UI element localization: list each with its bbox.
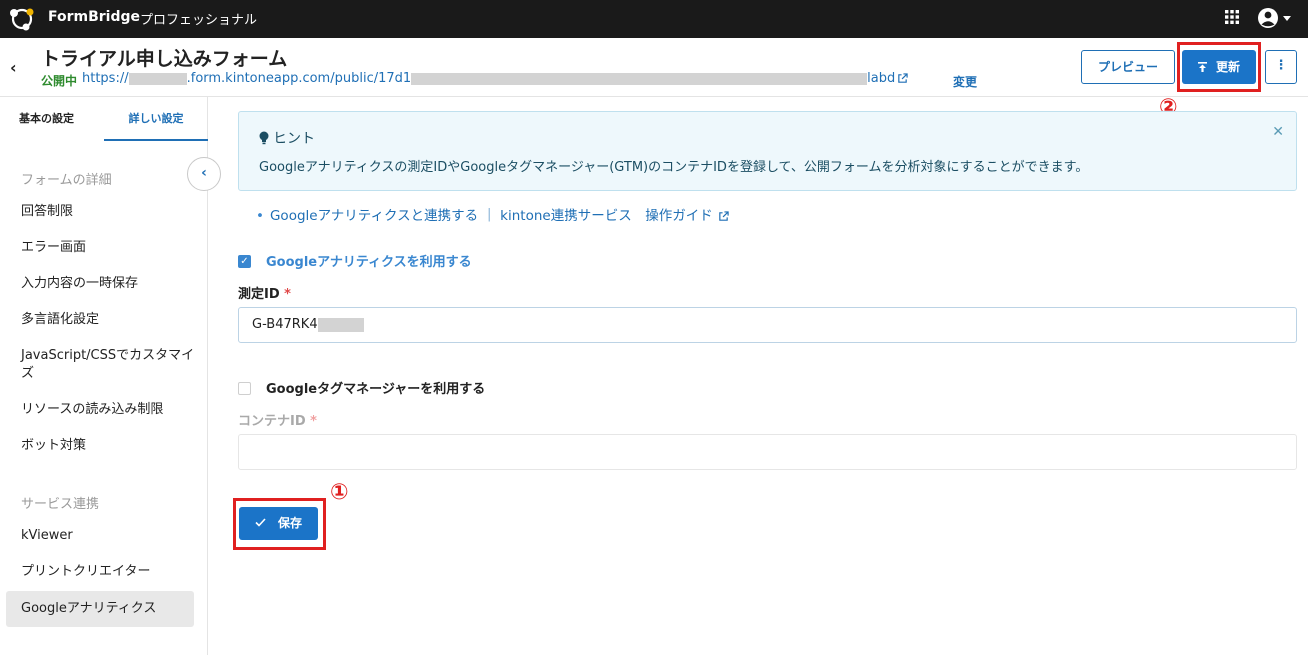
- preview-button[interactable]: プレビュー: [1081, 50, 1175, 84]
- close-icon[interactable]: ✕: [1272, 124, 1284, 140]
- ga-checkbox[interactable]: ✓: [238, 255, 251, 268]
- bullet-icon: •: [256, 208, 264, 224]
- url-suffix: labd: [867, 71, 896, 86]
- container-id-label: コンテナID *: [238, 410, 317, 429]
- measure-id-label: 測定ID *: [238, 283, 291, 302]
- hint-title-text: ヒント: [273, 131, 315, 147]
- lightbulb-icon: [259, 131, 269, 145]
- container-id-input[interactable]: [238, 434, 1297, 470]
- sidebar-item-response-limit[interactable]: 回答制限: [21, 203, 196, 221]
- hint-text: Googleアナリティクスの測定IDやGoogleタグマネージャー(GTM)のコ…: [259, 160, 1089, 175]
- hint-title: ヒント: [259, 128, 315, 148]
- required-mark: *: [310, 414, 317, 429]
- public-url-link[interactable]: https:// .form.kintoneapp.com/public/17d1…: [82, 71, 908, 86]
- sidebar-item-resource-limit[interactable]: リソースの読み込み制限: [21, 401, 196, 419]
- update-highlight-box: [1177, 42, 1261, 92]
- sidebar-item-js-css[interactable]: JavaScript/CSSでカスタマイズ: [21, 347, 196, 383]
- external-link-icon: [898, 73, 908, 83]
- apps-grid-icon[interactable]: [1224, 9, 1240, 25]
- url-prefix: https://: [82, 71, 129, 86]
- measure-id-label-text: 測定ID: [238, 287, 280, 302]
- tab-basic-settings[interactable]: 基本の設定: [19, 97, 74, 141]
- formbridge-logo-icon[interactable]: [8, 5, 36, 33]
- change-url-link[interactable]: 変更: [953, 73, 977, 90]
- sidebar-item-error-page[interactable]: エラー画面: [21, 239, 196, 257]
- account-icon[interactable]: [1256, 6, 1294, 30]
- section-service-integration: サービス連携: [21, 497, 100, 512]
- section-form-details: フォームの詳細: [21, 173, 112, 188]
- collapse-sidebar-button[interactable]: ‹: [187, 157, 221, 191]
- sidebar-item-google-analytics[interactable]: Googleアナリティクス: [6, 591, 194, 627]
- guide-link[interactable]: • Googleアナリティクスと連携する ｜ kintone連携サービス 操作ガイ…: [256, 204, 729, 224]
- status-badge: 公開中: [41, 74, 78, 88]
- redacted-mask: [411, 72, 868, 85]
- chevron-left-icon: ‹: [201, 165, 207, 181]
- ga-checkbox-label[interactable]: Googleアナリティクスを利用する: [266, 251, 472, 270]
- sidebar-item-multilingual[interactable]: 多言語化設定: [21, 311, 196, 329]
- external-link-icon: [718, 210, 729, 221]
- sidebar-item-print-creator[interactable]: プリントクリエイター: [21, 563, 196, 581]
- annotation-marker-1: ①: [330, 480, 349, 505]
- guide-link-text: Googleアナリティクスと連携する ｜ kintone連携サービス 操作ガイド: [269, 208, 713, 224]
- plan-name: プロフェッショナル: [140, 13, 258, 28]
- sidebar: 基本の設定 詳しい設定 フォームの詳細 回答制限 エラー画面 入力内容の一時保存…: [0, 97, 208, 655]
- redacted-mask: [128, 72, 187, 85]
- measure-id-input[interactable]: G-B47RK4: [238, 307, 1297, 343]
- measure-id-value: G-B47RK4: [252, 317, 318, 332]
- top-bar: FormBridge プロフェッショナル: [0, 0, 1308, 38]
- gtm-checkbox[interactable]: [238, 382, 251, 395]
- required-mark: *: [284, 287, 291, 302]
- redacted-mask: [317, 317, 364, 332]
- hint-panel: ヒント Googleアナリティクスの測定IDやGoogleタグマネージャー(GT…: [238, 111, 1297, 191]
- container-id-label-text: コンテナID: [238, 414, 306, 429]
- back-icon[interactable]: ‹: [10, 58, 24, 77]
- tab-detail-settings[interactable]: 詳しい設定: [104, 97, 208, 141]
- more-menu-button[interactable]: ⋮: [1265, 50, 1297, 84]
- sidebar-item-temp-save[interactable]: 入力内容の一時保存: [21, 275, 196, 293]
- page-title: トライアル申し込みフォーム: [41, 48, 288, 70]
- sidebar-item-kviewer[interactable]: kViewer: [21, 527, 196, 545]
- brand-name: FormBridge: [48, 9, 141, 25]
- save-highlight-box: [233, 498, 326, 550]
- url-middle: .form.kintoneapp.com/public/17d1: [186, 71, 412, 86]
- gtm-checkbox-label[interactable]: Googleタグマネージャーを利用する: [266, 378, 485, 397]
- sidebar-item-bot-protection[interactable]: ボット対策: [21, 437, 196, 455]
- caret-down-icon: [1283, 16, 1291, 21]
